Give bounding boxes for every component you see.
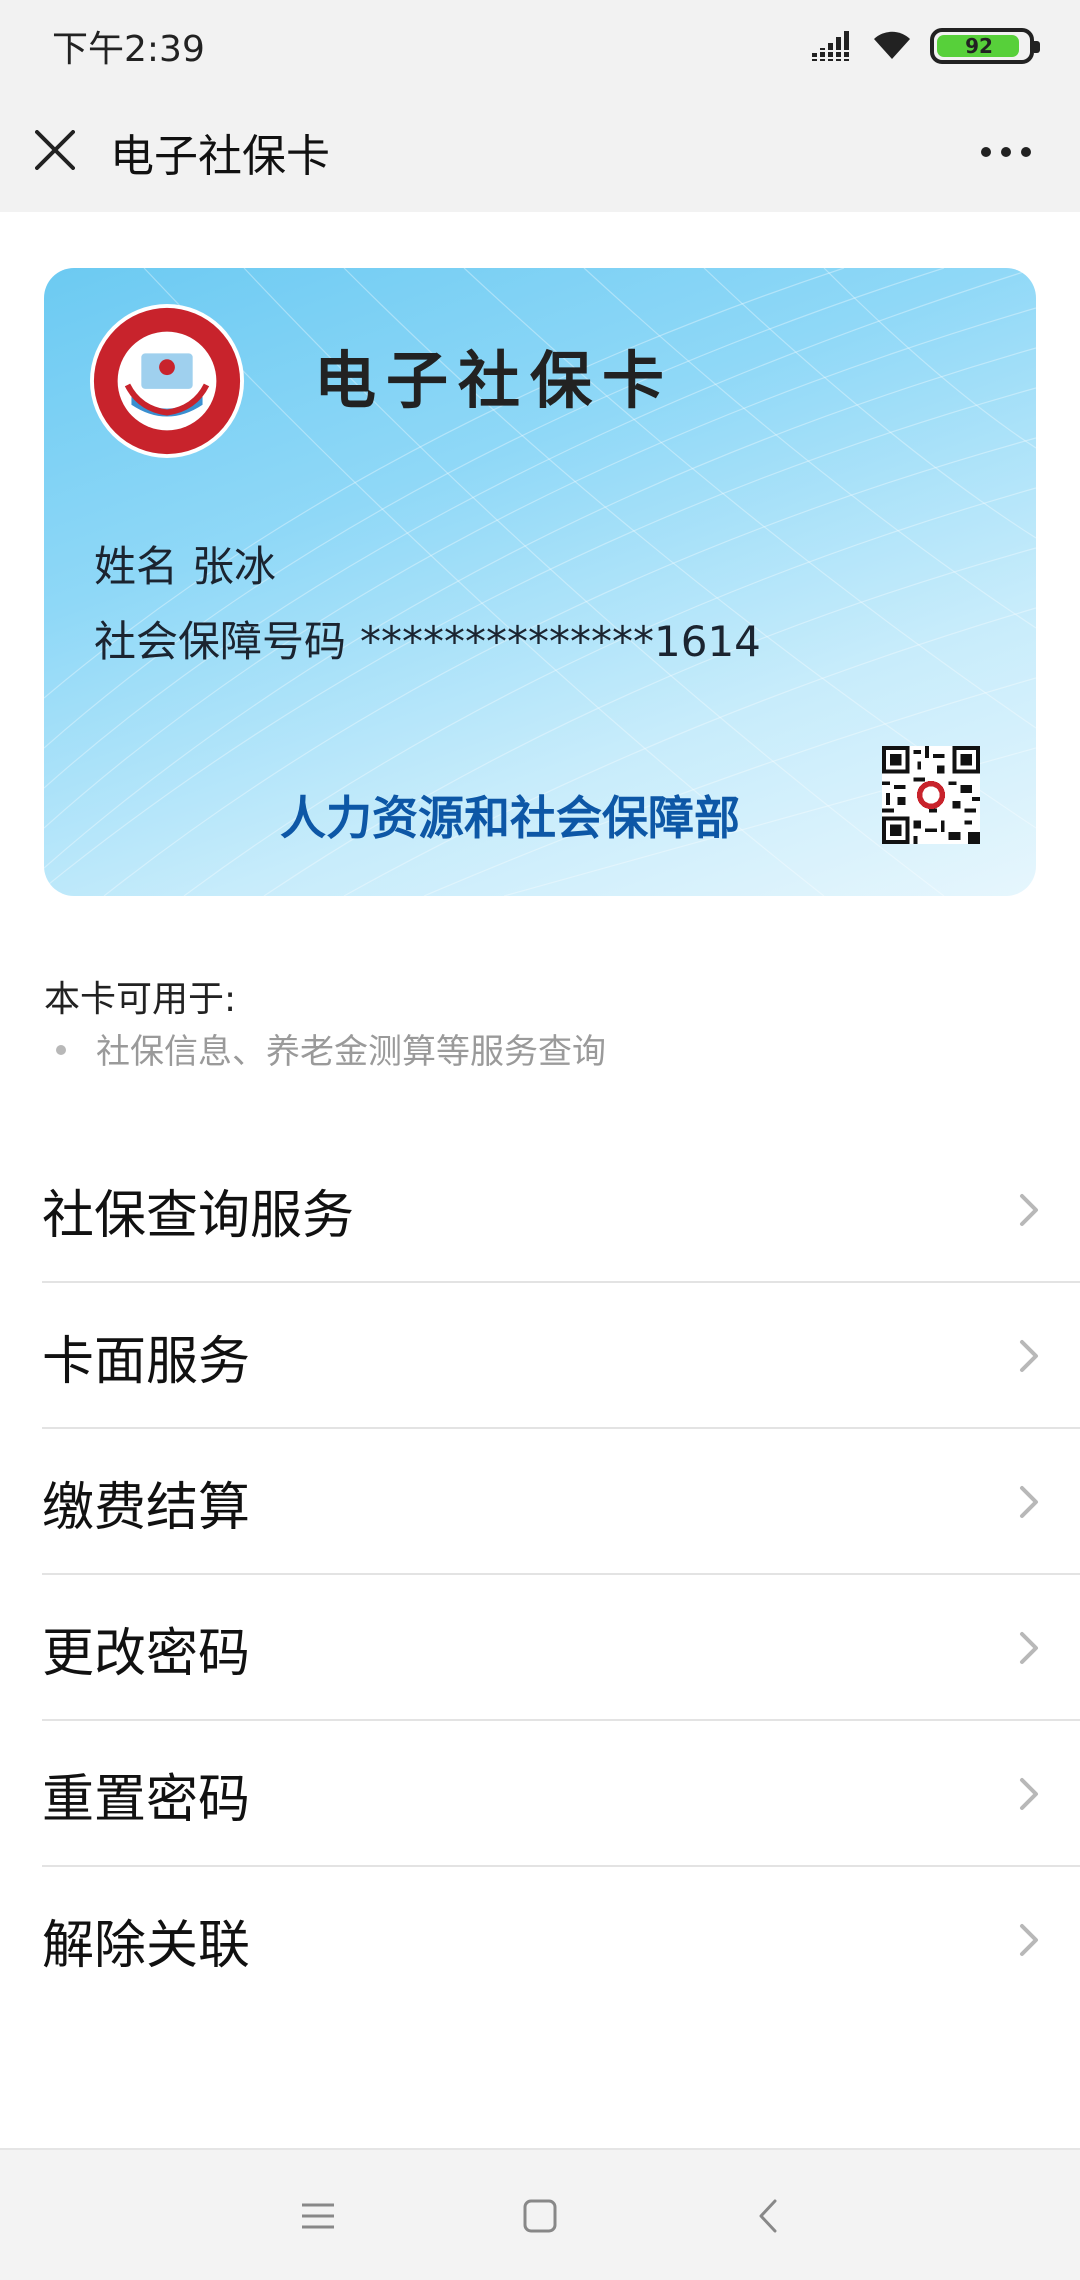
menu-item-label: 卡面服务 <box>42 1331 251 1392</box>
chevron-right-icon <box>1020 1778 1038 1810</box>
menu-item-unlink[interactable]: 解除关联 <box>0 1867 1080 2013</box>
usage-title: 本卡可用于: <box>44 979 237 1020</box>
menu-item-payment-settlement[interactable]: 缴费结算 <box>0 1429 1080 1575</box>
social-security-emblem <box>89 303 245 459</box>
menu-item-change-password[interactable]: 更改密码 <box>0 1575 1080 1721</box>
usage-item-text: 社保信息、养老金测算等服务查询 <box>96 1032 606 1072</box>
menu-item-social-security-query[interactable]: 社保查询服务 <box>0 1137 1080 1283</box>
home-button[interactable] <box>510 2190 570 2242</box>
battery-percent: 92 <box>965 34 993 58</box>
chevron-right-icon <box>1020 1924 1038 1956</box>
system-navigation-bar <box>0 2148 1080 2280</box>
back-icon <box>759 2199 777 2233</box>
title-bar: 电子社保卡 <box>0 90 1080 212</box>
close-button[interactable] <box>30 122 80 178</box>
menu-item-label: 解除关联 <box>42 1915 251 1976</box>
status-icons: 92 <box>812 26 1040 66</box>
battery-icon: 92 <box>930 28 1040 64</box>
more-button[interactable] <box>974 130 1038 174</box>
status-bar: 下午2:39 92 <box>0 0 1080 90</box>
card-title: 电子社保卡 <box>314 344 675 417</box>
signal-icon <box>812 31 852 61</box>
back-button[interactable] <box>738 2190 798 2242</box>
chevron-right-icon <box>1020 1486 1038 1518</box>
name-label: 姓名 <box>94 542 179 591</box>
chevron-right-icon <box>1020 1340 1038 1372</box>
social-security-number: 社会保障号码 **************1614 <box>94 608 775 669</box>
menu-icon <box>302 2203 334 2229</box>
home-icon <box>523 2199 557 2233</box>
more-icon <box>981 147 991 157</box>
usage-item: 社保信息、养老金测算等服务查询 <box>56 1024 606 1073</box>
menu-item-label: 社保查询服务 <box>42 1185 355 1246</box>
bullet-icon <box>56 1044 66 1055</box>
menu-item-label: 缴费结算 <box>42 1477 251 1538</box>
close-icon <box>35 130 75 170</box>
wifi-icon <box>874 31 910 59</box>
menu-item-label: 更改密码 <box>42 1623 251 1684</box>
page-title: 电子社保卡 <box>110 131 330 182</box>
menu-item-label: 重置密码 <box>42 1769 251 1830</box>
cardholder-name: 姓名 张冰 <box>94 533 290 594</box>
card-issuer: 人力资源和社会保障部 <box>280 791 740 845</box>
social-security-card: 电子社保卡 姓名 张冰 社会保障号码 **************1614 人力资源… <box>44 268 1036 896</box>
id-label: 社会保障号码 <box>94 617 347 666</box>
name-value: 张冰 <box>192 542 277 591</box>
menu-item-card-service[interactable]: 卡面服务 <box>0 1283 1080 1429</box>
recent-apps-button[interactable] <box>288 2190 348 2242</box>
chevron-right-icon <box>1020 1632 1038 1664</box>
chevron-right-icon <box>1020 1194 1038 1226</box>
qr-code-icon[interactable] <box>882 746 980 844</box>
status-time: 下午2:39 <box>52 29 205 70</box>
menu-item-reset-password[interactable]: 重置密码 <box>0 1721 1080 1867</box>
service-menu: 社保查询服务 卡面服务 缴费结算 更改密码 重置密码 解除关联 <box>0 1137 1080 2013</box>
id-value: **************1614 <box>360 617 761 666</box>
